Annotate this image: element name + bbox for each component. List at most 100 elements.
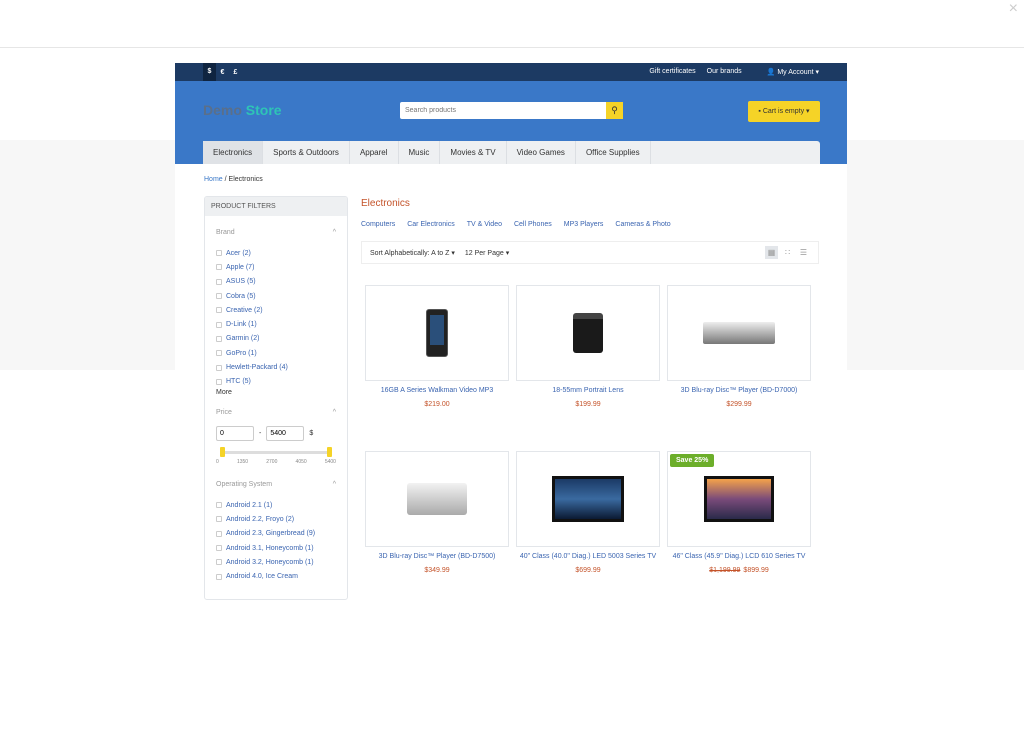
brand-option[interactable]: D-Link (1)	[216, 317, 336, 331]
nav-electronics[interactable]: Electronics	[203, 141, 264, 164]
brand-option[interactable]: Hewlett-Packard (4)	[216, 360, 336, 374]
os-option[interactable]: Android 2.3, Gingerbread (9)	[216, 527, 336, 541]
product-card[interactable]: 16GB A Series Walkman Video MP3 $219.00	[365, 285, 509, 408]
per-page-dropdown[interactable]: 12 Per Page ▾	[465, 249, 509, 257]
brand-option[interactable]: Creative (2)	[216, 303, 336, 317]
subcategory-link[interactable]: Computers	[361, 221, 395, 228]
brand-option[interactable]: ASUS (5)	[216, 275, 336, 289]
product-image[interactable]	[365, 451, 509, 547]
checkbox[interactable]	[216, 530, 222, 537]
os-option[interactable]: Android 3.2, Honeycomb (1)	[216, 555, 336, 569]
brand-option-label: HTC (5)	[226, 378, 251, 386]
close-icon[interactable]: ×	[1009, 0, 1018, 18]
product-name[interactable]: 18-55mm Portrait Lens	[516, 387, 660, 394]
brand-option-label: D-Link (1)	[226, 321, 257, 329]
os-option[interactable]: Android 4.0, Ice Cream	[216, 569, 336, 583]
product-card[interactable]: Save 25% 46" Class (45.9" Diag.) LCD 610 …	[667, 451, 811, 574]
checkbox[interactable]	[216, 378, 222, 385]
os-option[interactable]: Android 2.2, Froyo (2)	[216, 512, 336, 526]
subcategory-link[interactable]: Car Electronics	[407, 221, 454, 228]
nav-video-games[interactable]: Video Games	[507, 141, 576, 164]
list-view-icon[interactable]: ☰	[797, 246, 810, 259]
brand-option[interactable]: HTC (5)	[216, 375, 336, 389]
cart-label: Cart is empty ▾	[762, 108, 810, 115]
checkbox[interactable]	[216, 321, 222, 328]
product-name[interactable]: 3D Blu-ray Disc™ Player (BD-D7500)	[365, 553, 509, 560]
checkbox[interactable]	[216, 516, 222, 523]
product-name[interactable]: 3D Blu-ray Disc™ Player (BD-D7000)	[667, 387, 811, 394]
subcategory-link[interactable]: Cameras & Photo	[615, 221, 670, 228]
checkbox[interactable]	[216, 250, 222, 257]
checkbox[interactable]	[216, 350, 222, 357]
search-button[interactable]: ⚲	[606, 102, 623, 119]
price-slider-ticks: 0 1350 2700 4050 5400	[216, 459, 336, 465]
category-nav: Electronics Sports & Outdoors Apparel Mu…	[203, 141, 820, 164]
product-image[interactable]	[516, 285, 660, 381]
price-slider-max-handle[interactable]	[327, 446, 332, 457]
filters-title: PRODUCT FILTERS	[205, 197, 347, 216]
cart-button[interactable]: ▪ Cart is empty ▾	[748, 101, 820, 122]
brand-option[interactable]: GoPro (1)	[216, 346, 336, 360]
checkbox[interactable]	[216, 364, 222, 371]
breadcrumb-home[interactable]: Home	[204, 176, 223, 183]
brand-option[interactable]: Garmin (2)	[216, 332, 336, 346]
checkbox[interactable]	[216, 293, 222, 300]
nav-apparel[interactable]: Apparel	[350, 141, 399, 164]
checkbox[interactable]	[216, 278, 222, 285]
checkbox[interactable]	[216, 502, 222, 509]
grid-view-icon[interactable]: ▦	[765, 246, 778, 259]
os-option[interactable]: Android 2.1 (1)	[216, 498, 336, 512]
product-name[interactable]: 40" Class (40.0" Diag.) LED 5003 Series …	[516, 553, 660, 560]
old-price: $1,199.99	[709, 567, 741, 574]
gift-certificates-link[interactable]: Gift certificates	[649, 68, 695, 76]
brand-option-label: GoPro (1)	[226, 349, 257, 357]
sort-dropdown[interactable]: Sort Alphabetically: A to Z ▾	[370, 249, 455, 257]
our-brands-link[interactable]: Our brands	[707, 68, 742, 76]
os-option-label: Android 4.0, Ice Cream	[226, 573, 298, 581]
product-image[interactable]	[365, 285, 509, 381]
nav-movies-tv[interactable]: Movies & TV	[440, 141, 507, 164]
product-card[interactable]: 18-55mm Portrait Lens $199.99	[516, 285, 660, 408]
price-max-input[interactable]	[266, 425, 305, 441]
price-slider-min-handle[interactable]	[220, 446, 225, 457]
cart-icon: ▪	[758, 108, 761, 115]
search-input[interactable]	[400, 102, 606, 119]
product-card[interactable]: 3D Blu-ray Disc™ Player (BD-D7000) $299.9…	[667, 285, 811, 408]
product-image[interactable]: Save 25%	[667, 451, 811, 547]
product-card[interactable]: 3D Blu-ray Disc™ Player (BD-D7500) $349.9…	[365, 451, 509, 574]
brand-more-link[interactable]: More	[216, 389, 336, 396]
price-slider[interactable]	[220, 446, 332, 457]
nav-office-supplies[interactable]: Office Supplies	[576, 141, 651, 164]
price-min-input[interactable]	[216, 425, 254, 441]
currency-gbp[interactable]: £	[229, 69, 242, 76]
currency-usd[interactable]: $	[203, 63, 216, 81]
product-name[interactable]: 16GB A Series Walkman Video MP3	[365, 387, 509, 394]
price-filter-header[interactable]: Price ^	[216, 409, 336, 416]
checkbox[interactable]	[216, 264, 222, 271]
nav-music[interactable]: Music	[399, 141, 441, 164]
os-filter-header[interactable]: Operating System ^	[216, 481, 336, 488]
product-image[interactable]	[667, 285, 811, 381]
os-option[interactable]: Android 3.1, Honeycomb (1)	[216, 541, 336, 555]
currency-eur[interactable]: €	[216, 69, 229, 76]
price-separator: -	[259, 429, 262, 437]
checkbox[interactable]	[216, 559, 222, 566]
small-grid-view-icon[interactable]: ∷	[781, 246, 794, 259]
subcategory-link[interactable]: TV & Video	[467, 221, 502, 228]
nav-sports-outdoors[interactable]: Sports & Outdoors	[263, 141, 350, 164]
brand-option[interactable]: Cobra (5)	[216, 289, 336, 303]
product-card[interactable]: 40" Class (40.0" Diag.) LED 5003 Series …	[516, 451, 660, 574]
my-account-menu[interactable]: 👤 My Account ▾	[767, 68, 819, 76]
product-image[interactable]	[516, 451, 660, 547]
checkbox[interactable]	[216, 573, 222, 580]
subcategory-link[interactable]: Cell Phones	[514, 221, 552, 228]
checkbox[interactable]	[216, 545, 222, 551]
brand-option[interactable]: Apple (7)	[216, 260, 336, 274]
brand-option[interactable]: Acer (2)	[216, 246, 336, 260]
subcategory-link[interactable]: MP3 Players	[564, 221, 604, 228]
brand-filter-header[interactable]: Brand ^	[216, 229, 336, 236]
checkbox[interactable]	[216, 335, 222, 342]
logo[interactable]: Demo Store	[203, 102, 282, 118]
product-name[interactable]: 46" Class (45.9" Diag.) LCD 610 Series T…	[667, 553, 811, 560]
checkbox[interactable]	[216, 307, 222, 314]
